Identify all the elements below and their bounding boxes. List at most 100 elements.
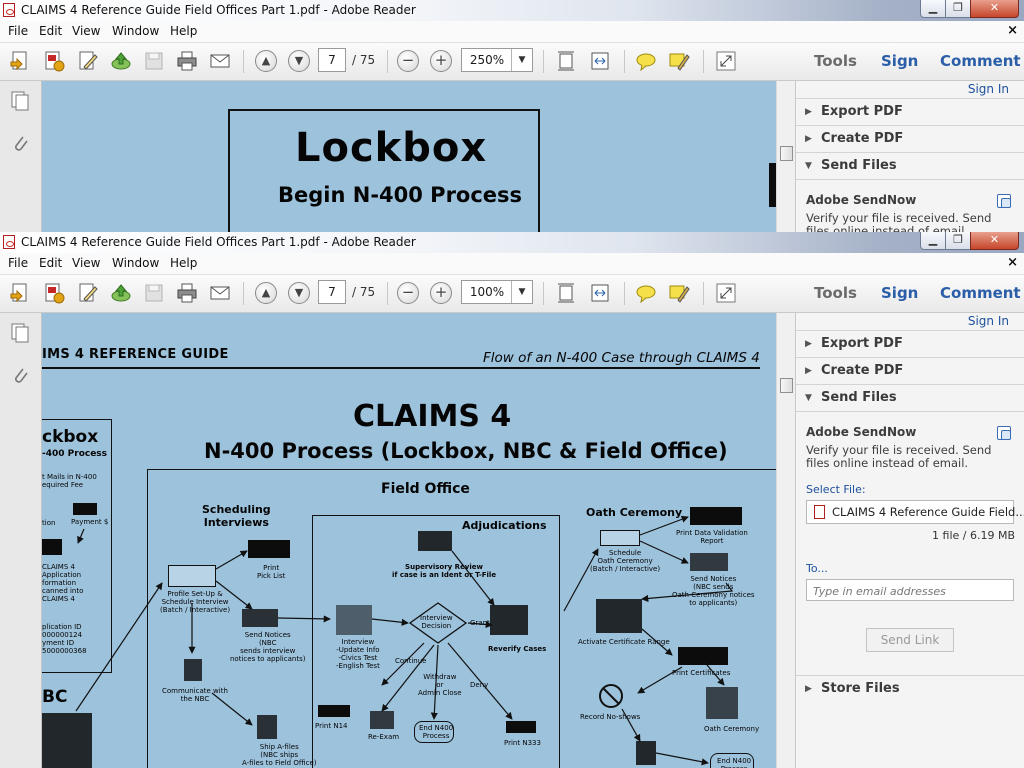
fit-width-icon[interactable] bbox=[589, 282, 611, 304]
save-icon[interactable] bbox=[143, 282, 165, 304]
highlight-icon[interactable] bbox=[668, 282, 690, 304]
zoom-select[interactable]: 250% ▼ bbox=[461, 48, 533, 72]
sendnow-description: Verify your file is received. Send files… bbox=[806, 211, 992, 233]
tab-comment[interactable]: Comment bbox=[940, 284, 1021, 302]
print-icon[interactable] bbox=[176, 282, 198, 304]
scrollbar-thumb[interactable] bbox=[780, 146, 793, 161]
zoom-out-icon[interactable]: − bbox=[397, 50, 419, 72]
page-down-icon[interactable]: ▼ bbox=[288, 282, 310, 304]
convert-icon[interactable] bbox=[43, 50, 65, 72]
zoom-in-icon[interactable]: + bbox=[430, 282, 452, 304]
section-create-pdf[interactable]: ▶ Create PDF bbox=[796, 357, 1024, 385]
sign-in-link[interactable]: Sign In bbox=[968, 314, 1009, 328]
section-send-files[interactable]: ▼ Send Files bbox=[796, 384, 1024, 412]
chevron-down-icon[interactable]: ▼ bbox=[511, 281, 532, 303]
menu-view[interactable]: View bbox=[72, 256, 100, 270]
pages-icon[interactable] bbox=[10, 90, 30, 112]
section-export-pdf[interactable]: ▶ Export PDF bbox=[796, 330, 1024, 358]
menu-edit[interactable]: Edit bbox=[39, 24, 62, 38]
attachment-icon[interactable] bbox=[10, 133, 30, 155]
vertical-scrollbar[interactable] bbox=[776, 313, 795, 768]
toolbar-separator bbox=[543, 50, 544, 73]
menu-help[interactable]: Help bbox=[170, 24, 197, 38]
right-panel-top: Sign In ▶ Export PDF ▶ Create PDF ▼ Send Fi… bbox=[795, 81, 1024, 232]
maximize-button[interactable]: ❐ bbox=[945, 0, 971, 18]
window-title: CLAIMS 4 Reference Guide Field Offices P… bbox=[21, 235, 416, 249]
email-icon[interactable] bbox=[209, 50, 231, 72]
upload-icon[interactable] bbox=[110, 282, 132, 304]
menu-edit[interactable]: Edit bbox=[39, 256, 62, 270]
toolbar: ▲ ▼ 7 / 75 − + 250% ▼ Tools Sign Comment bbox=[0, 43, 1024, 81]
page-total: / 75 bbox=[352, 285, 376, 299]
navigation-pane bbox=[0, 81, 42, 232]
tab-tools[interactable]: Tools bbox=[814, 284, 857, 302]
toolbar-separator bbox=[243, 50, 244, 73]
email-icon[interactable] bbox=[209, 282, 231, 304]
comment-icon[interactable] bbox=[635, 50, 657, 72]
fullscreen-icon[interactable] bbox=[715, 50, 737, 72]
print-icon[interactable] bbox=[176, 50, 198, 72]
file-size: 1 file / 6.19 MB bbox=[932, 529, 1015, 542]
tab-sign[interactable]: Sign bbox=[881, 284, 918, 302]
scrollbar-thumb[interactable] bbox=[780, 378, 793, 393]
menu-view[interactable]: View bbox=[72, 24, 100, 38]
upload-icon[interactable] bbox=[110, 50, 132, 72]
menu-window[interactable]: Window bbox=[112, 256, 159, 270]
comment-icon[interactable] bbox=[635, 282, 657, 304]
page-number-input[interactable]: 7 bbox=[318, 280, 346, 304]
document-view-bottom[interactable]: IMS 4 REFERENCE GUIDE Flow of an N-400 C… bbox=[42, 313, 776, 768]
title-bar[interactable]: CLAIMS 4 Reference Guide Field Offices P… bbox=[0, 0, 1024, 22]
pages-icon[interactable] bbox=[10, 322, 30, 344]
zoom-select[interactable]: 100% ▼ bbox=[461, 280, 533, 304]
attachment-icon[interactable] bbox=[10, 365, 30, 387]
menu-window[interactable]: Window bbox=[112, 24, 159, 38]
section-store-files[interactable]: ▶ Store Files bbox=[796, 675, 1024, 703]
page-down-icon[interactable]: ▼ bbox=[288, 50, 310, 72]
fit-width-icon[interactable] bbox=[589, 50, 611, 72]
minimize-button[interactable]: ▁ bbox=[920, 232, 946, 250]
zoom-out-icon[interactable]: − bbox=[397, 282, 419, 304]
tab-tools[interactable]: Tools bbox=[814, 52, 857, 70]
vertical-scrollbar[interactable] bbox=[776, 81, 795, 232]
minimize-button[interactable]: ▁ bbox=[920, 0, 946, 18]
tab-sign[interactable]: Sign bbox=[881, 52, 918, 70]
tab-comment[interactable]: Comment bbox=[940, 52, 1021, 70]
fit-page-icon[interactable] bbox=[555, 282, 577, 304]
email-field[interactable] bbox=[806, 579, 1014, 601]
page-up-icon[interactable]: ▲ bbox=[255, 50, 277, 72]
section-send-files[interactable]: ▼ Send Files bbox=[796, 152, 1024, 180]
page-up-icon[interactable]: ▲ bbox=[255, 282, 277, 304]
document-view-top[interactable]: Lockbox Begin N-400 Process bbox=[42, 81, 776, 232]
menu-help[interactable]: Help bbox=[170, 256, 197, 270]
zoom-in-icon[interactable]: + bbox=[430, 50, 452, 72]
edit-icon[interactable] bbox=[77, 282, 99, 304]
close-button[interactable]: ✕ bbox=[970, 232, 1019, 250]
menu-file[interactable]: File bbox=[8, 24, 28, 38]
document-close-button[interactable]: × bbox=[1007, 255, 1018, 270]
flow-arrows bbox=[75, 515, 734, 766]
save-icon[interactable] bbox=[143, 50, 165, 72]
create-pdf-icon[interactable] bbox=[9, 50, 31, 72]
doc-heading: Lockbox bbox=[295, 125, 488, 171]
highlight-icon[interactable] bbox=[668, 50, 690, 72]
document-close-button[interactable]: × bbox=[1007, 23, 1018, 38]
fit-page-icon[interactable] bbox=[555, 50, 577, 72]
section-create-pdf[interactable]: ▶ Create PDF bbox=[796, 125, 1024, 153]
selected-file[interactable]: CLAIMS 4 Reference Guide Field... bbox=[806, 500, 1024, 524]
create-pdf-icon[interactable] bbox=[9, 282, 31, 304]
email-input[interactable] bbox=[811, 581, 1011, 601]
menu-file[interactable]: File bbox=[8, 256, 28, 270]
fullscreen-icon[interactable] bbox=[715, 282, 737, 304]
section-export-pdf[interactable]: ▶ Export PDF bbox=[796, 98, 1024, 126]
toolbar: ▲ ▼ 7 / 75 − + 100% ▼ Tools Sign Comment bbox=[0, 275, 1024, 313]
close-button[interactable]: ✕ bbox=[970, 0, 1019, 18]
edit-icon[interactable] bbox=[77, 50, 99, 72]
maximize-button[interactable]: ❐ bbox=[945, 232, 971, 250]
sign-in-link[interactable]: Sign In bbox=[968, 82, 1009, 96]
title-bar[interactable]: CLAIMS 4 Reference Guide Field Offices P… bbox=[0, 232, 1024, 254]
page-number-input[interactable]: 7 bbox=[318, 48, 346, 72]
convert-icon[interactable] bbox=[43, 282, 65, 304]
chevron-down-icon[interactable]: ▼ bbox=[511, 49, 532, 71]
section-label: Export PDF bbox=[821, 104, 903, 119]
send-link-button[interactable]: Send Link bbox=[866, 628, 954, 652]
